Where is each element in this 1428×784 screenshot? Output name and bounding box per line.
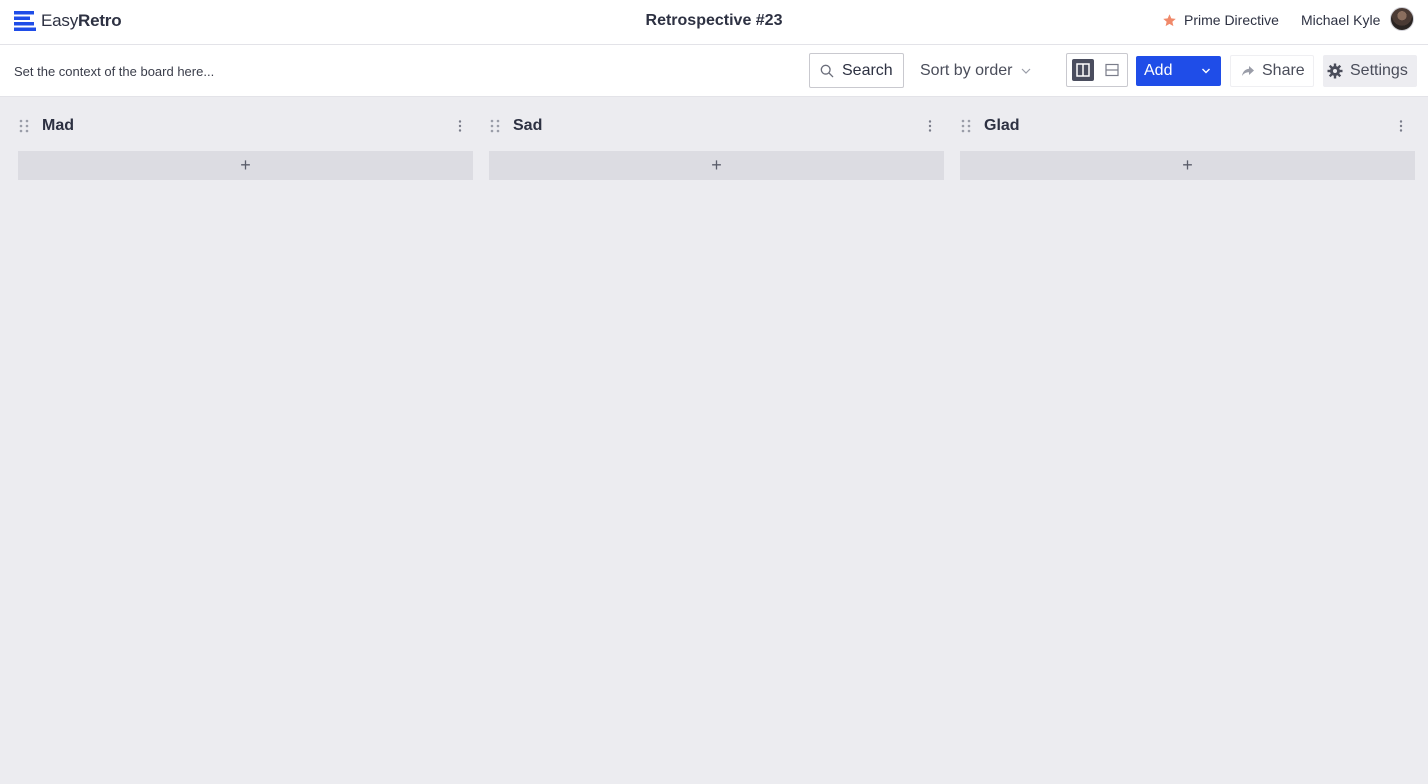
column-title[interactable]: Mad bbox=[42, 117, 74, 135]
prime-directive-link[interactable]: Prime Directive bbox=[1162, 12, 1279, 28]
brand-name: EasyRetro bbox=[41, 11, 122, 31]
add-label: Add bbox=[1144, 62, 1173, 79]
search-button[interactable]: Search bbox=[809, 53, 904, 88]
drag-handle-icon[interactable] bbox=[960, 119, 972, 133]
rows-view-icon bbox=[1105, 63, 1119, 77]
share-button[interactable]: Share bbox=[1230, 55, 1314, 87]
share-arrow-icon bbox=[1242, 66, 1254, 76]
gear-icon bbox=[1327, 63, 1343, 79]
add-card-button[interactable]: + bbox=[489, 151, 944, 180]
drag-handle-icon[interactable] bbox=[489, 119, 501, 133]
avatar[interactable] bbox=[1390, 7, 1414, 31]
kebab-menu-icon[interactable] bbox=[1399, 119, 1403, 133]
brand-name-part1: Easy bbox=[41, 11, 78, 30]
settings-button[interactable]: Settings bbox=[1323, 55, 1417, 87]
search-label: Search bbox=[842, 61, 893, 79]
prime-directive-label: Prime Directive bbox=[1184, 12, 1279, 28]
add-button[interactable]: Add bbox=[1136, 56, 1221, 86]
search-icon bbox=[820, 64, 834, 77]
chevron-down-icon bbox=[1022, 68, 1031, 74]
add-card-button[interactable]: + bbox=[960, 151, 1415, 180]
top-bar: EasyRetro Retrospective #23 Prime Direct… bbox=[0, 0, 1428, 45]
kebab-menu-icon[interactable] bbox=[458, 119, 462, 133]
board-toolbar: Set the context of the board here... Sea… bbox=[0, 45, 1428, 97]
kebab-menu-icon[interactable] bbox=[928, 119, 932, 133]
sort-dropdown[interactable]: Sort by order bbox=[920, 62, 1031, 80]
user-name[interactable]: Michael Kyle bbox=[1301, 12, 1380, 28]
brand[interactable]: EasyRetro bbox=[14, 10, 122, 32]
drag-handle-icon[interactable] bbox=[18, 119, 30, 133]
star-icon bbox=[1163, 13, 1176, 26]
share-label: Share bbox=[1262, 62, 1305, 79]
column-glad: Glad + bbox=[960, 110, 1415, 190]
column-sad: Sad + bbox=[489, 110, 944, 190]
column-title[interactable]: Glad bbox=[984, 117, 1020, 135]
columns-view-icon bbox=[1076, 63, 1090, 77]
columns-view-button[interactable] bbox=[1072, 59, 1094, 81]
settings-label: Settings bbox=[1350, 62, 1408, 79]
add-card-button[interactable]: + bbox=[18, 151, 473, 180]
column-mad: Mad + bbox=[18, 110, 473, 190]
column-title[interactable]: Sad bbox=[513, 117, 542, 135]
chevron-down-icon[interactable] bbox=[1201, 66, 1211, 76]
rows-view-button[interactable] bbox=[1101, 59, 1123, 81]
board-context-input[interactable]: Set the context of the board here... bbox=[14, 64, 214, 79]
easyretro-logo-icon bbox=[14, 11, 36, 31]
view-toggle bbox=[1066, 53, 1128, 87]
brand-name-part2: Retro bbox=[78, 11, 122, 30]
sort-label: Sort by order bbox=[920, 62, 1013, 79]
